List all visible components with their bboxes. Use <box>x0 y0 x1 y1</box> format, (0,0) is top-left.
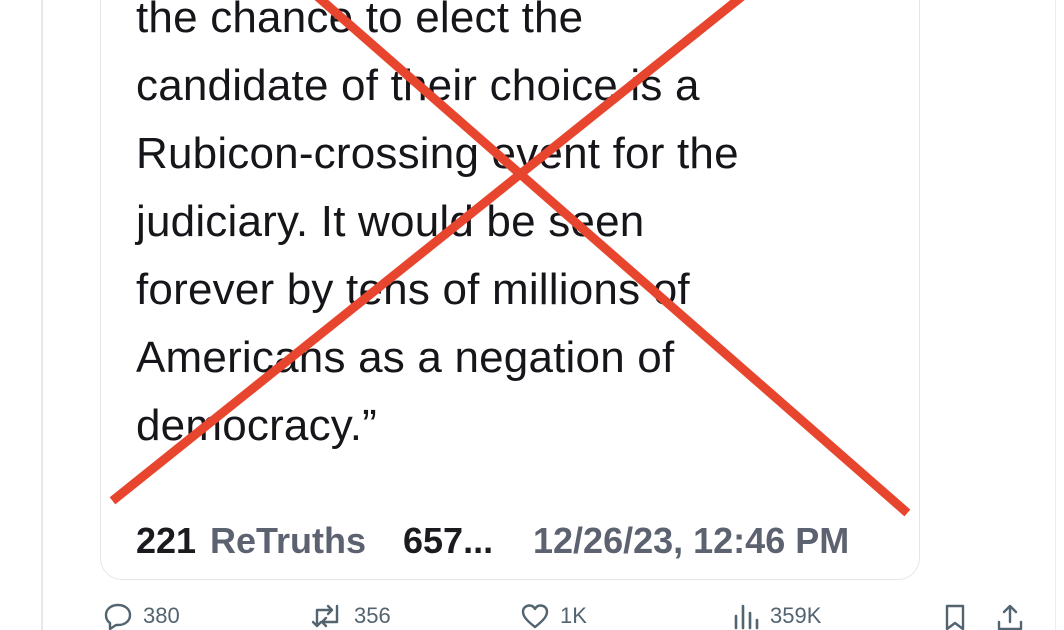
post-line: Americans as a negation of <box>136 333 675 382</box>
reply-count: 380 <box>143 603 180 628</box>
share-button[interactable] <box>996 602 1024 630</box>
views-button[interactable]: 359K <box>732 602 821 630</box>
reply-button[interactable]: 380 <box>103 602 180 630</box>
share-upload-icon <box>996 602 1024 630</box>
heart-icon <box>520 602 550 630</box>
post-line: democracy.” <box>136 401 377 450</box>
retruths-label[interactable]: ReTruths <box>210 520 366 562</box>
repost-button[interactable]: 356 <box>310 602 391 630</box>
bookmark-button[interactable] <box>942 602 968 630</box>
retruths-count: 221 <box>136 520 197 561</box>
like-button[interactable]: 1K <box>520 602 587 630</box>
post-timestamp: 12/26/23, 12:46 PM <box>533 520 850 561</box>
bar-chart-icon <box>732 602 760 630</box>
repost-count: 356 <box>354 603 391 628</box>
post-line: Rubicon-crossing event for the <box>136 129 739 178</box>
post-stats: 221 ReTruths 657... 12/26/23, 12:46 PM <box>136 520 896 570</box>
like-count: 1K <box>560 603 587 628</box>
likes-count-truncated[interactable]: 657... <box>403 520 493 562</box>
action-bar: 380 356 1K 359K <box>0 600 1064 630</box>
speech-bubble-icon <box>103 602 133 630</box>
bookmark-icon <box>942 602 968 630</box>
post-text: the chance to elect the candidate of the… <box>136 0 876 460</box>
post-line: forever by tens of millions of <box>136 265 690 314</box>
thread-connector-line <box>41 0 43 630</box>
column-border <box>1055 0 1056 630</box>
views-count: 359K <box>770 603 822 628</box>
repost-arrows-icon <box>310 602 344 630</box>
post-line: candidate of their choice is a <box>136 61 700 110</box>
post-line: judiciary. It would be seen <box>136 197 645 246</box>
post-line: the chance to elect the <box>136 0 584 42</box>
